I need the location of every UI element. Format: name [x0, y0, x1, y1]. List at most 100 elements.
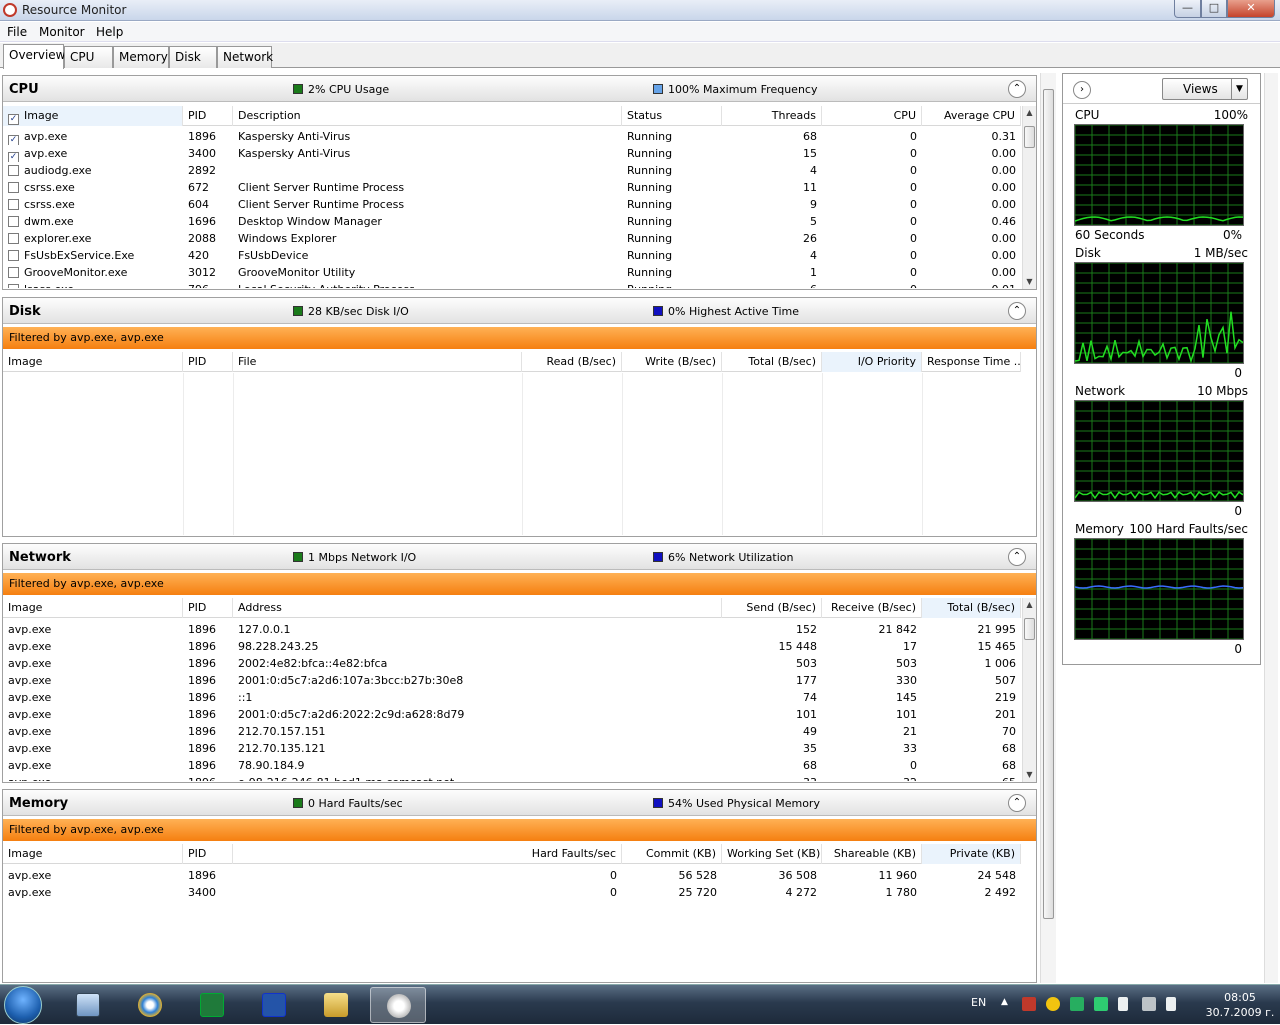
cpu-scroll-thumb[interactable] — [1024, 126, 1035, 148]
scroll-down-icon[interactable]: ▼ — [1023, 768, 1036, 782]
network-tray-icon[interactable] — [1142, 997, 1156, 1011]
minimize-button[interactable]: — — [1174, 0, 1201, 18]
net-col-receive[interactable]: Receive (B/sec) — [822, 598, 922, 618]
menu-monitor[interactable]: Monitor — [39, 25, 85, 39]
table-row[interactable]: avp.exe 1896 78.90.184.9 68 0 68 — [3, 757, 1021, 774]
disk-collapse-icon[interactable]: ⌃ — [1008, 302, 1026, 320]
show-hidden-icons-icon[interactable]: ▲ — [1001, 997, 1015, 1011]
process-checkbox[interactable]: ✓ — [8, 152, 19, 162]
net-col-send[interactable]: Send (B/sec) — [722, 598, 822, 618]
disk-col-image[interactable]: Image — [3, 352, 183, 372]
main-scroll-thumb[interactable] — [1043, 89, 1054, 919]
cpu-panel-header[interactable]: CPU 2% CPU Usage 100% Maximum Frequency … — [3, 76, 1036, 102]
table-row[interactable]: FsUsbExService.Exe 420 FsUsbDevice Running 4… — [3, 247, 1021, 264]
table-row[interactable]: lsass.exe 796Local Security Authority Pro… — [3, 281, 1021, 288]
disk-col-response-time[interactable]: Response Time ... — [922, 352, 1021, 372]
main-scrollbar[interactable] — [1040, 73, 1056, 983]
disk-col-total[interactable]: Total (B/sec) — [722, 352, 822, 372]
tab-network[interactable]: Network — [217, 46, 273, 68]
disk-col-write[interactable]: Write (B/sec) — [622, 352, 722, 372]
memory-collapse-icon[interactable]: ⌃ — [1008, 794, 1026, 812]
process-checkbox[interactable] — [8, 267, 19, 278]
clock[interactable]: 08:05 30.7.2009 г. — [1205, 990, 1275, 1020]
mem-col-working-set[interactable]: Working Set (KB) — [722, 844, 822, 864]
mem-col-hard-faults[interactable]: Hard Faults/sec — [233, 844, 622, 864]
menu-file[interactable]: File — [7, 25, 27, 39]
tab-overview[interactable]: Overview — [3, 44, 66, 69]
network-scrollbar[interactable]: ▲ ▼ — [1022, 598, 1036, 782]
process-checkbox[interactable] — [8, 233, 19, 244]
kaspersky-tray-icon[interactable] — [1022, 997, 1036, 1011]
menu-help[interactable]: Help — [96, 25, 123, 39]
cpu-col-threads[interactable]: Threads — [722, 106, 822, 126]
process-checkbox[interactable] — [8, 284, 19, 288]
grid-tray-icon[interactable] — [1094, 997, 1108, 1011]
process-checkbox[interactable] — [8, 216, 19, 227]
process-checkbox[interactable] — [8, 199, 19, 210]
taskbar-internet-explorer[interactable] — [122, 987, 178, 1023]
network-panel-header[interactable]: Network 1 Mbps Network I/O 6% Network Ut… — [3, 544, 1036, 570]
cpu-col-average-cpu[interactable]: Average CPU — [922, 106, 1021, 126]
chevron-down-icon[interactable]: ▼ — [1231, 79, 1247, 99]
cpu-col-description[interactable]: Description — [233, 106, 622, 126]
taskbar-calculator[interactable] — [60, 987, 116, 1023]
tab-memory[interactable]: Memory — [113, 46, 169, 68]
tab-disk[interactable]: Disk — [169, 46, 217, 68]
table-row[interactable]: csrss.exe 604 Client Server Runtime Proces… — [3, 196, 1021, 213]
table-row[interactable]: avp.exe 1896 2002:4e82:bfca::4e82:bfca 503 5… — [3, 655, 1021, 672]
process-checkbox[interactable] — [8, 182, 19, 193]
disk-col-io-priority[interactable]: I/O Priority — [822, 352, 922, 372]
views-dropdown[interactable]: Views ▼ — [1162, 78, 1248, 100]
table-row[interactable]: avp.exe 1896::1 74 145 219 — [3, 689, 1021, 706]
volume-icon[interactable] — [1166, 997, 1176, 1011]
table-row[interactable]: ✓ avp.exe 1896 Kaspersky Anti-Virus Running 6… — [3, 128, 1021, 145]
process-checkbox[interactable] — [8, 250, 19, 261]
table-row[interactable]: avp.exe 1896 98.228.243.25 15 448 17 15 465 — [3, 638, 1021, 655]
taskbar-word[interactable] — [246, 987, 302, 1023]
net-col-total[interactable]: Total (B/sec) — [922, 598, 1021, 618]
cpu-col-image[interactable]: ✓ Image — [3, 106, 183, 126]
cpu-scrollbar[interactable]: ▲ ▼ — [1022, 106, 1036, 289]
window-scrollbar[interactable] — [1264, 73, 1278, 983]
mem-col-shareable[interactable]: Shareable (KB) — [822, 844, 922, 864]
scroll-up-icon[interactable]: ▲ — [1023, 598, 1036, 612]
table-row[interactable]: audiodg.exe 2892 Running 4 0 0.00 — [3, 162, 1021, 179]
net-col-image[interactable]: Image — [3, 598, 183, 618]
process-checkbox[interactable]: ✓ — [8, 135, 19, 145]
taskbar-resource-monitor[interactable] — [370, 987, 426, 1023]
table-row[interactable]: avp.exe 1896 2001:0:d5c7:a2d6:2022:2c9d:a6… — [3, 706, 1021, 723]
cpu-col-pid[interactable]: PID — [183, 106, 233, 126]
table-row[interactable]: avp.exe 1896 212.70.157.151 49 21 70 — [3, 723, 1021, 740]
expand-pane-icon[interactable]: › — [1073, 81, 1091, 99]
table-row[interactable]: avp.exe 3400 0 25 720 4 272 1 780 2 492 — [3, 884, 1021, 901]
table-row[interactable]: avp.exe 1896 127.0.0.1 152 21 842 21 995 — [3, 621, 1021, 638]
taskbar-explorer[interactable] — [308, 987, 364, 1023]
table-row[interactable]: avp.exe 1896 2001:0:d5c7:a2d6:107a:3bcc:b2… — [3, 672, 1021, 689]
disk-col-pid[interactable]: PID — [183, 352, 233, 372]
table-row[interactable]: GrooveMonitor.exe 3012 GrooveMonitor Utili… — [3, 264, 1021, 281]
net-col-address[interactable]: Address — [233, 598, 722, 618]
disk-col-file[interactable]: File — [233, 352, 522, 372]
green-tray-icon[interactable] — [1070, 997, 1084, 1011]
memory-panel-header[interactable]: Memory 0 Hard Faults/sec 54% Used Physic… — [3, 790, 1036, 816]
flag-icon[interactable] — [1118, 997, 1128, 1011]
table-row[interactable]: dwm.exe 1696 Desktop Window Manager Running… — [3, 213, 1021, 230]
process-checkbox[interactable] — [8, 165, 19, 176]
table-row[interactable]: avp.exe 1896 0 56 528 36 508 11 960 24 548 — [3, 867, 1021, 884]
table-row[interactable]: explorer.exe 2088 Windows Explorer Running 2… — [3, 230, 1021, 247]
table-row[interactable]: csrss.exe 672 Client Server Runtime Proces… — [3, 179, 1021, 196]
start-button[interactable] — [4, 986, 42, 1024]
disk-panel-header[interactable]: Disk 28 KB/sec Disk I/O 0% Highest Activ… — [3, 298, 1036, 324]
language-indicator[interactable]: EN — [971, 996, 986, 1009]
cpu-col-status[interactable]: Status — [622, 106, 722, 126]
mem-col-pid[interactable]: PID — [183, 844, 233, 864]
close-button[interactable]: ✕ — [1227, 0, 1275, 18]
disk-col-read[interactable]: Read (B/sec) — [522, 352, 622, 372]
scroll-up-icon[interactable]: ▲ — [1023, 106, 1036, 120]
tab-cpu[interactable]: CPU — [64, 46, 113, 68]
network-collapse-icon[interactable]: ⌃ — [1008, 548, 1026, 566]
mem-col-commit[interactable]: Commit (KB) — [622, 844, 722, 864]
maximize-button[interactable]: □ — [1201, 0, 1227, 18]
net-col-pid[interactable]: PID — [183, 598, 233, 618]
title-bar[interactable]: Resource Monitor — □ ✕ — [0, 0, 1280, 21]
